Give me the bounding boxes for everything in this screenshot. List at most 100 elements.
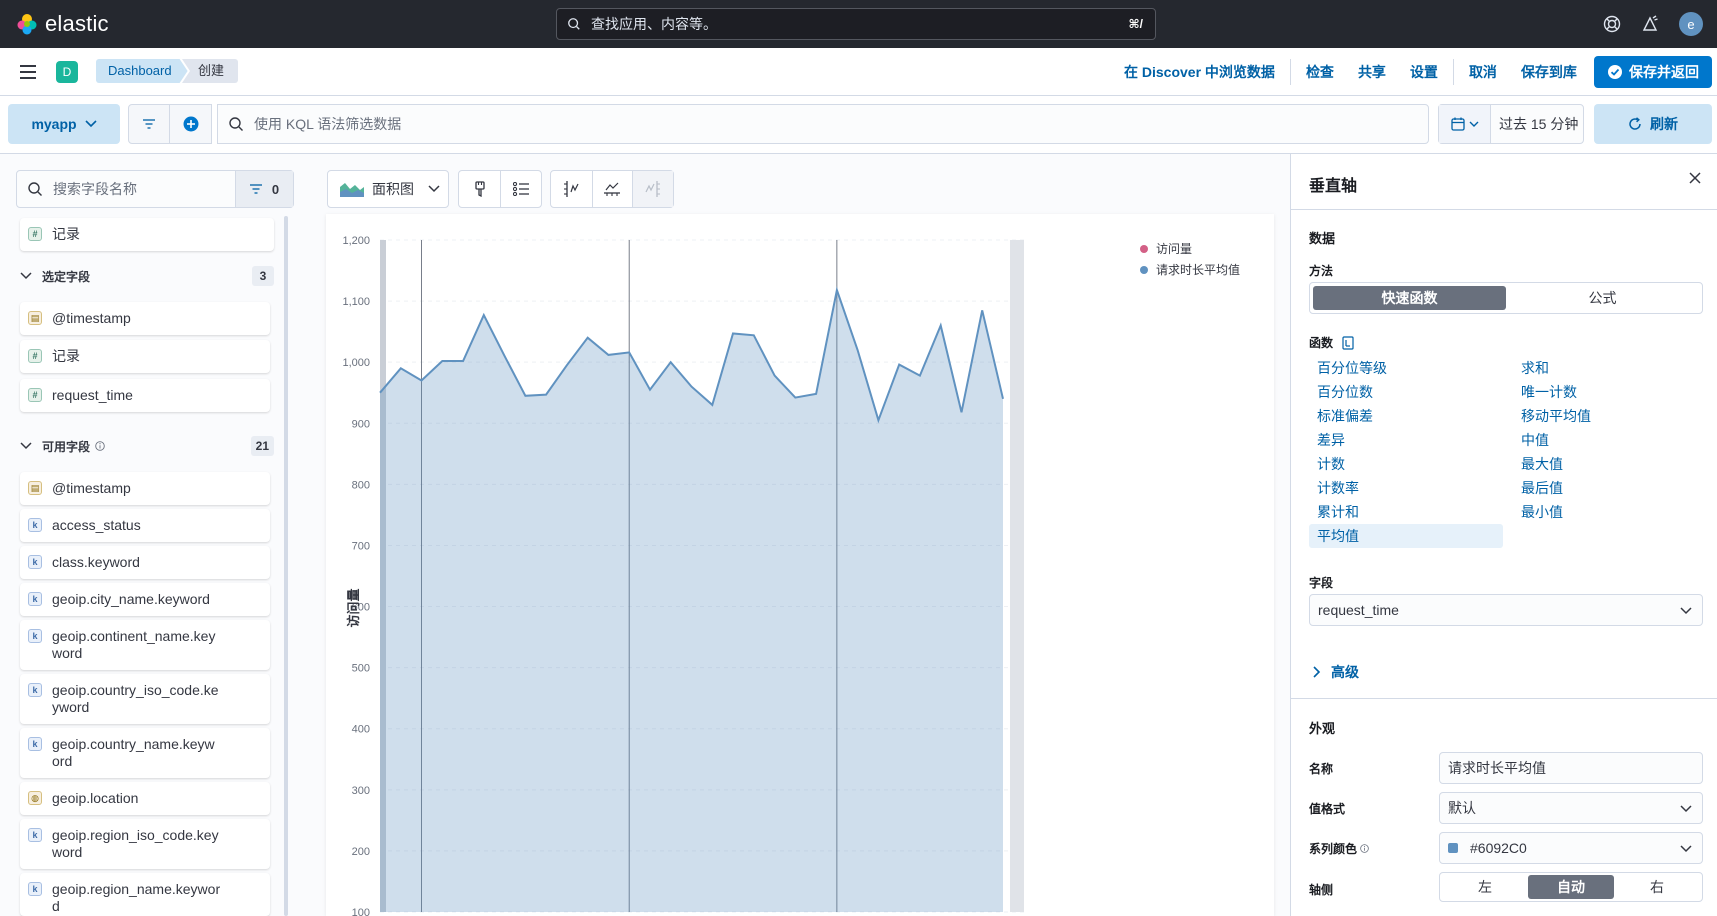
- chevron-down-icon: [428, 185, 440, 193]
- axis-side-auto[interactable]: 自动: [1528, 875, 1614, 899]
- save-to-library-link[interactable]: 保存到库: [1521, 62, 1577, 82]
- legend-swatch-visits: [1140, 245, 1148, 253]
- field-item-region-iso-code[interactable]: k geoip.region_iso_code.keyword: [20, 819, 270, 869]
- visual-options-button[interactable]: [459, 171, 500, 207]
- info-icon[interactable]: [1360, 844, 1369, 853]
- value-format-select[interactable]: 默认: [1439, 792, 1703, 824]
- data-view-picker[interactable]: myapp: [8, 104, 120, 144]
- fn-count[interactable]: 计数: [1309, 452, 1345, 476]
- left-axis-button[interactable]: [551, 171, 592, 207]
- bottom-axis-button[interactable]: [591, 171, 633, 207]
- fn-differences[interactable]: 差异: [1309, 428, 1345, 452]
- field-item-timestamp[interactable]: ▤ @timestamp: [20, 472, 270, 505]
- axis-side-left[interactable]: 左: [1442, 875, 1528, 899]
- y-tick-label: 700: [352, 540, 370, 552]
- legend-item-visits[interactable]: 访问量: [1156, 242, 1192, 256]
- legend-item-avg[interactable]: 请求时长平均值: [1156, 262, 1240, 277]
- legend-options-button[interactable]: [500, 171, 541, 207]
- axis-side-right[interactable]: 右: [1614, 875, 1700, 899]
- field-name: 记录: [52, 348, 80, 364]
- value-format-value: 默认: [1448, 800, 1476, 816]
- newsfeed-icon[interactable]: [1641, 15, 1659, 33]
- elastic-logo[interactable]: elastic: [16, 11, 109, 37]
- field-item-country-iso-code[interactable]: k geoip.country_iso_code.keyword: [20, 674, 270, 724]
- appearance-section-title: 外观: [1309, 721, 1336, 736]
- quick-select-button[interactable]: [1439, 105, 1491, 143]
- date-picker[interactable]: 过去 15 分钟: [1438, 104, 1584, 144]
- breadcrumb-dashboard[interactable]: Dashboard: [96, 59, 188, 83]
- y-tick-label: 300: [352, 785, 370, 797]
- field-item-records[interactable]: # 记录: [20, 218, 274, 251]
- field-item-request-time[interactable]: # request_time: [20, 379, 270, 412]
- fn-std-deviation[interactable]: 标准偏差: [1309, 404, 1373, 428]
- documentation-icon[interactable]: [1341, 335, 1355, 350]
- chart-series[interactable]: [379, 286, 1004, 913]
- chevron-down-icon: [1680, 845, 1692, 853]
- date-type-icon: ▤: [28, 481, 42, 495]
- field-item-geo-location[interactable]: ◍ geoip.location: [20, 782, 270, 815]
- field-item-class-keyword[interactable]: k class.keyword: [20, 546, 270, 579]
- close-icon[interactable]: [1689, 172, 1701, 184]
- bottom-axis-icon: [604, 182, 621, 196]
- fn-counter-rate[interactable]: 计数率: [1309, 476, 1359, 500]
- refresh-button[interactable]: 刷新: [1594, 104, 1712, 144]
- number-type-icon: #: [28, 388, 42, 402]
- method-formula[interactable]: 公式: [1506, 286, 1699, 310]
- fn-median[interactable]: 中值: [1513, 428, 1549, 452]
- add-filter-button[interactable]: [170, 105, 211, 143]
- axis-side-toggle: 左 自动 右: [1439, 872, 1703, 902]
- method-quick-function[interactable]: 快速函数: [1313, 286, 1506, 310]
- fn-average[interactable]: 平均值: [1309, 524, 1503, 548]
- fn-min[interactable]: 最小值: [1513, 500, 1563, 524]
- fn-sum[interactable]: 求和: [1513, 356, 1549, 380]
- field-list-scrollbar[interactable]: [284, 216, 288, 916]
- breadcrumb-create: 创建: [182, 59, 239, 83]
- advanced-toggle[interactable]: 高级: [1313, 662, 1359, 682]
- user-avatar[interactable]: e: [1679, 12, 1703, 36]
- discover-link[interactable]: 在 Discover 中浏览数据: [1124, 62, 1275, 82]
- fn-percentile-rank[interactable]: 百分位等级: [1309, 356, 1387, 380]
- selected-fields-header[interactable]: 选定字段 3: [20, 264, 274, 288]
- field-select[interactable]: request_time: [1309, 594, 1703, 626]
- series-color-label: 系列颜色: [1309, 842, 1358, 856]
- fn-unique-count[interactable]: 唯一计数: [1513, 380, 1577, 404]
- field-search-input[interactable]: 搜索字段名称 0: [16, 170, 294, 208]
- kql-query-input[interactable]: 使用 KQL 语法筛选数据: [217, 104, 1429, 144]
- info-icon[interactable]: [95, 441, 105, 451]
- chart-legend[interactable]: 访问量 请求时长平均值: [1140, 242, 1240, 277]
- chart-type-selector[interactable]: 面积图: [327, 170, 449, 208]
- series-color-picker[interactable]: #6092C0: [1439, 832, 1703, 864]
- field-item-region-name[interactable]: k geoip.region_name.keyword: [20, 873, 270, 916]
- fn-moving-average[interactable]: 移动平均值: [1513, 404, 1591, 428]
- field-item-continent-name[interactable]: k geoip.continent_name.keyword: [20, 620, 270, 670]
- fn-max[interactable]: 最大值: [1513, 452, 1563, 476]
- field-search-placeholder: 搜索字段名称: [53, 181, 137, 197]
- fn-cumulative-sum[interactable]: 累计和: [1309, 500, 1359, 524]
- series-name-input[interactable]: 请求时长平均值: [1439, 752, 1703, 784]
- field-item-timestamp[interactable]: ▤ @timestamp: [20, 302, 270, 335]
- area-fill: [380, 290, 1003, 913]
- divider: [1452, 59, 1454, 85]
- filter-options-button[interactable]: [129, 105, 171, 143]
- field-name: geoip.city_name.keyword: [52, 591, 210, 607]
- field-name: geoip.continent_name.keyword: [52, 628, 216, 661]
- fn-last-value[interactable]: 最后值: [1513, 476, 1563, 500]
- save-and-return-button[interactable]: 保存并返回: [1594, 56, 1712, 88]
- field-item-country-name[interactable]: k geoip.country_name.keyword: [20, 728, 270, 778]
- inspect-link[interactable]: 检查: [1306, 62, 1334, 82]
- help-icon[interactable]: [1603, 15, 1621, 33]
- share-link[interactable]: 共享: [1358, 62, 1386, 82]
- field-item-records[interactable]: # 记录: [20, 340, 270, 373]
- available-fields-header[interactable]: 可用字段 21: [20, 434, 274, 458]
- menu-hamburger-icon[interactable]: [20, 65, 36, 79]
- space-avatar[interactable]: D: [56, 61, 78, 83]
- field-item-city-name[interactable]: k geoip.city_name.keyword: [20, 583, 270, 616]
- cancel-link[interactable]: 取消: [1469, 62, 1497, 82]
- settings-link[interactable]: 设置: [1410, 62, 1438, 82]
- fn-percentile[interactable]: 百分位数: [1309, 380, 1373, 404]
- global-search-input[interactable]: 查找应用、内容等。 ⌘/: [556, 8, 1156, 40]
- field-filter-button[interactable]: 0: [235, 171, 293, 207]
- field-name: @timestamp: [52, 310, 131, 326]
- field-item-access-status[interactable]: k access_status: [20, 509, 270, 542]
- number-type-icon: #: [28, 227, 42, 241]
